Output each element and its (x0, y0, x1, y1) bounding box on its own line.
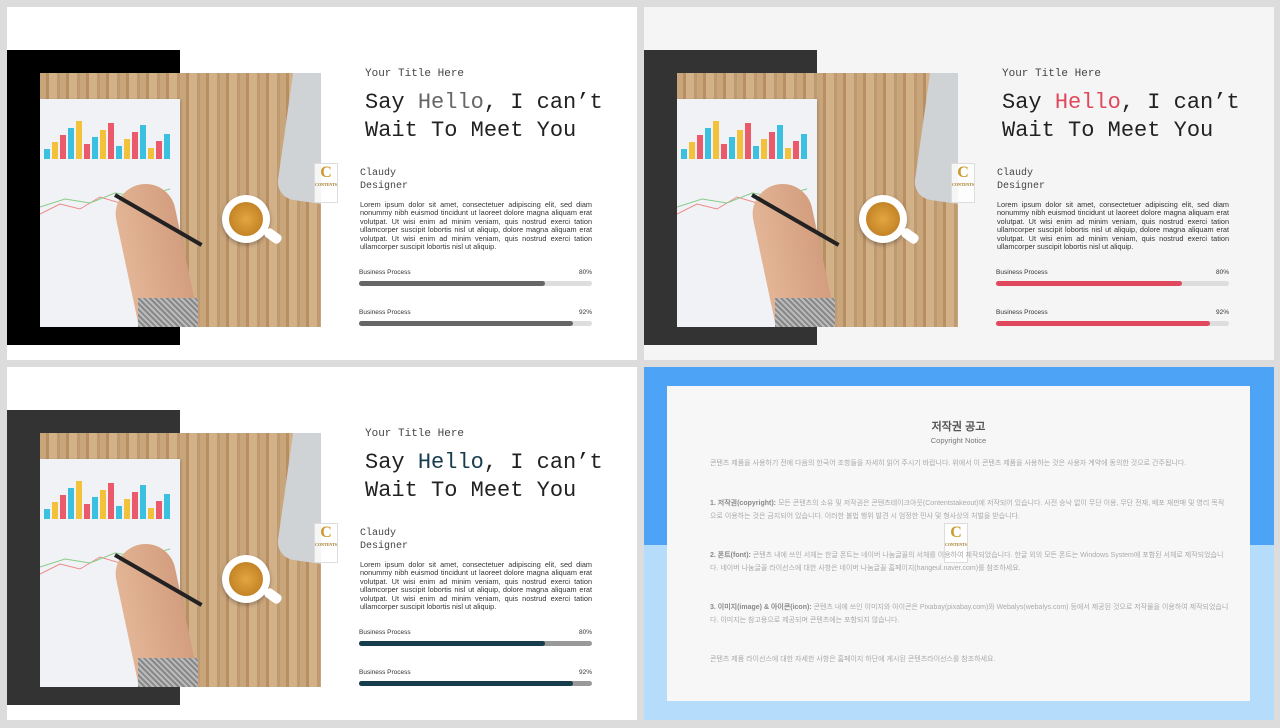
progress-label-row: Business Process 92% (359, 309, 592, 316)
coffee-cup (222, 555, 270, 603)
headline-highlight: Hello (1054, 90, 1121, 115)
progress-bar (359, 641, 592, 646)
progress-fill (359, 641, 546, 646)
headline: Say Hello, I can’t Wait To Meet You (1002, 90, 1240, 143)
progress-label-row: Business Process 80% (359, 269, 592, 276)
body-text: Lorem ipsum dolor sit amet, consectetuer… (360, 560, 592, 612)
person-name: Claudy Designer (997, 168, 1046, 192)
progress-label-row: Business Process 80% (359, 629, 592, 636)
small-title: Your Title Here (365, 68, 465, 80)
person-name: Claudy Designer (360, 168, 409, 192)
desk-photo (677, 73, 958, 327)
headline: Say Hello, I can’t Wait To Meet You (365, 90, 603, 143)
profile-slide: C CONTENTS Your Title Here Say Hello, I c… (644, 7, 1274, 360)
logo: C CONTENTS (951, 163, 975, 203)
progress-bar (996, 321, 1229, 326)
coffee-cup (859, 195, 907, 243)
profile-slide: C CONTENTS Your Title Here Say Hello, I c… (7, 7, 637, 360)
progress-bar (359, 681, 592, 686)
progress-bar (359, 281, 592, 286)
desk-photo (40, 73, 321, 327)
progress-fill (996, 321, 1211, 326)
headline-highlight: Hello (417, 450, 484, 475)
progress-label-row: Business Process 80% (996, 269, 1229, 276)
progress-fill (359, 281, 546, 286)
progress-fill (996, 281, 1183, 286)
progress-bar (359, 321, 592, 326)
headline-highlight: Hello (417, 90, 484, 115)
copyright-subtitle: Copyright Notice (930, 436, 987, 445)
copyright-section-3: 3. 이미지(image) & 아이콘(icon): 콘텐츠 내에 쓰인 이미지… (710, 604, 1229, 624)
copyright-title: 저작권 공고 (931, 421, 986, 433)
person-name: Claudy Designer (360, 528, 409, 552)
progress-label-row: Business Process 92% (359, 669, 592, 676)
copyright-section-1: 1. 저작권(copyright): 모든 콘텐츠의 소유 및 저작권은 콘텐츠… (710, 500, 1225, 520)
small-title: Your Title Here (365, 428, 465, 440)
copyright-outro: 콘텐츠 제품 라이선스에 대한 자세한 사항은 홈페이지 하단에 게시된 콘텐츠… (710, 656, 996, 663)
small-title: Your Title Here (1002, 68, 1102, 80)
desk-photo (40, 433, 321, 687)
headline: Say Hello, I can’t Wait To Meet You (365, 450, 603, 503)
logo: C CONTENTS (314, 523, 338, 563)
copyright-slide: 저작권 공고 Copyright Notice C CONTENTS 콘텐츠 제품… (644, 367, 1274, 720)
progress-label-row: Business Process 92% (996, 309, 1229, 316)
coffee-cup (222, 195, 270, 243)
copyright-section-2: 2. 폰트(font): 콘텐츠 내에 쓰인 서체는 한글 폰트는 네이버 나눔… (710, 552, 1224, 572)
logo: C CONTENTS (314, 163, 338, 203)
copyright-intro: 콘텐츠 제품을 사용하기 전에 다음의 한국어 조항들을 자세히 읽어 주시기 … (710, 460, 1187, 467)
progress-fill (359, 681, 574, 686)
body-text: Lorem ipsum dolor sit amet, consectetuer… (360, 200, 592, 252)
progress-bar (996, 281, 1229, 286)
progress-fill (359, 321, 574, 326)
body-text: Lorem ipsum dolor sit amet, consectetuer… (997, 200, 1229, 252)
profile-slide: C CONTENTS Your Title Here Say Hello, I c… (7, 367, 637, 720)
